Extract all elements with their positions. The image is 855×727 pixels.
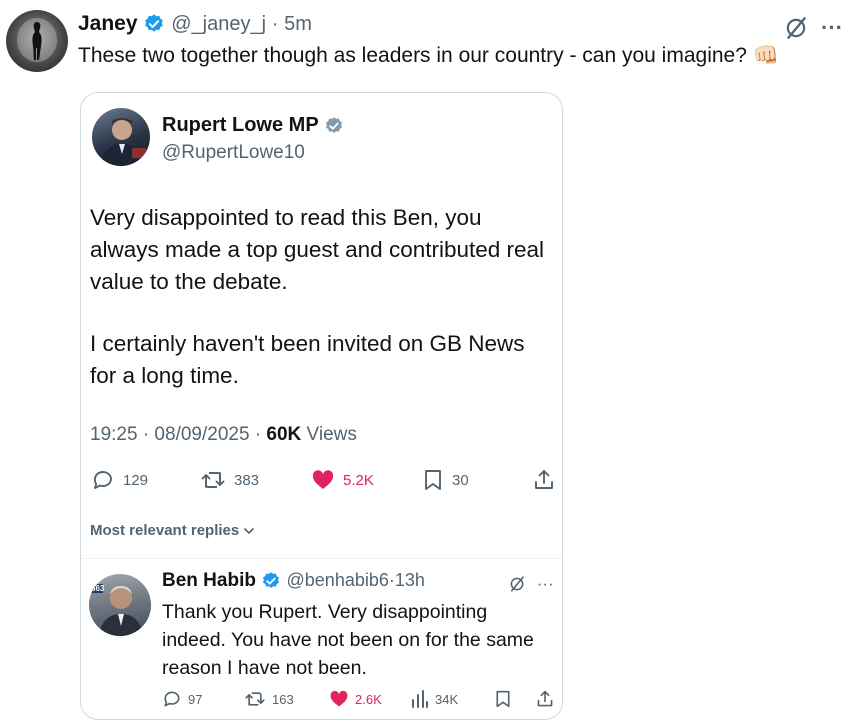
reply-like-button[interactable]: 2.6K <box>329 689 382 709</box>
reply-icon <box>93 471 112 489</box>
verified-badge-icon <box>325 116 342 133</box>
repost-icon <box>201 472 225 488</box>
reply-count: 129 <box>123 471 149 489</box>
heart-icon <box>312 470 334 489</box>
more-icon[interactable]: ··· <box>537 574 554 593</box>
verified-badge-icon <box>263 572 280 588</box>
fist-emoji-icon: 👊🏻 <box>752 44 779 67</box>
reply-share-button[interactable] <box>536 689 554 709</box>
repost-icon <box>245 692 265 706</box>
avatar-badge: 863 <box>91 584 105 593</box>
reply-bookmark-button[interactable] <box>494 689 512 709</box>
reply-repost-button[interactable]: 163 <box>244 689 294 709</box>
more-icon[interactable]: ··· <box>821 15 843 40</box>
post-body: These two together though as leaders in … <box>78 44 747 67</box>
grok-icon[interactable] <box>783 15 809 41</box>
quoted-views-count: 60K <box>266 424 302 445</box>
reply-views-button[interactable]: 34K <box>411 689 458 709</box>
divider <box>81 558 562 559</box>
quoted-paragraph-2: I certainly haven't been invited on GB N… <box>90 331 525 388</box>
reply-body: Thank you Rupert. Very disappointing ind… <box>162 601 534 679</box>
share-button[interactable] <box>533 468 555 492</box>
quoted-paragraph-1: Very disappointed to read this Ben, you … <box>90 205 545 294</box>
bookmark-icon <box>425 470 441 490</box>
post-time[interactable]: · 5m <box>272 13 312 35</box>
reply-reply-count: 97 <box>188 691 203 707</box>
quoted-header: Rupert Lowe MP <box>162 114 344 137</box>
quoted-views-label: Views <box>301 424 357 445</box>
views-chart-icon <box>412 690 428 708</box>
chevron-down-icon <box>244 527 255 535</box>
reply-author-handle[interactable]: @benhabib6 <box>287 570 389 590</box>
reply-like-count: 2.6K <box>355 691 382 707</box>
reply-header: Ben Habib @benhabib6·13h <box>162 570 425 592</box>
reply-repost-count: 163 <box>272 691 294 707</box>
avatar[interactable] <box>6 10 68 72</box>
reply-icon <box>164 691 180 707</box>
grok-icon[interactable] <box>508 575 526 593</box>
reply-views-count: 34K <box>435 691 459 707</box>
reply-reply-button[interactable]: 97 <box>162 689 202 709</box>
quoted-body: Very disappointed to read this Ben, you … <box>90 202 550 422</box>
quoted-timestamp[interactable]: 19:25 · 08/09/2025 · <box>90 424 266 445</box>
author-handle[interactable]: @_janey_j <box>171 13 266 35</box>
quoted-avatar[interactable] <box>92 108 150 166</box>
like-count: 5.2K <box>343 471 374 489</box>
share-icon <box>535 470 553 489</box>
replies-sort-dropdown[interactable]: Most relevant replies <box>90 522 255 539</box>
reply-avatar[interactable]: 863 <box>89 574 151 636</box>
replies-header-label: Most relevant replies <box>90 522 240 539</box>
quoted-meta: 19:25 · 08/09/2025 · 60K Views <box>90 424 357 446</box>
verified-badge-icon <box>145 14 164 33</box>
bookmark-button[interactable]: 30 <box>422 468 469 492</box>
bookmark-icon <box>496 690 510 708</box>
post-actions-top: ··· <box>783 14 843 41</box>
repost-button[interactable]: 383 <box>200 468 259 492</box>
reply-author-name[interactable]: Ben Habib <box>162 570 256 591</box>
post-header: Janey @_janey_j · 5m <box>78 12 312 36</box>
portrait-icon <box>100 118 146 166</box>
post-text: These two together though as leaders in … <box>78 44 779 68</box>
author-name[interactable]: Janey <box>78 12 138 35</box>
quoted-author-name[interactable]: Rupert Lowe MP <box>162 114 318 136</box>
reply-actions-top: ··· <box>508 573 554 594</box>
share-icon <box>537 690 553 707</box>
quoted-author-handle[interactable]: @RupertLowe10 <box>162 142 305 164</box>
silhouette-icon <box>17 18 57 62</box>
reply-button[interactable]: 129 <box>91 468 148 492</box>
bookmark-count: 30 <box>452 471 469 489</box>
repost-count: 383 <box>234 471 260 489</box>
like-button[interactable]: 5.2K <box>311 468 374 492</box>
heart-icon <box>330 690 348 707</box>
reply-time[interactable]: ·13h <box>389 570 425 590</box>
